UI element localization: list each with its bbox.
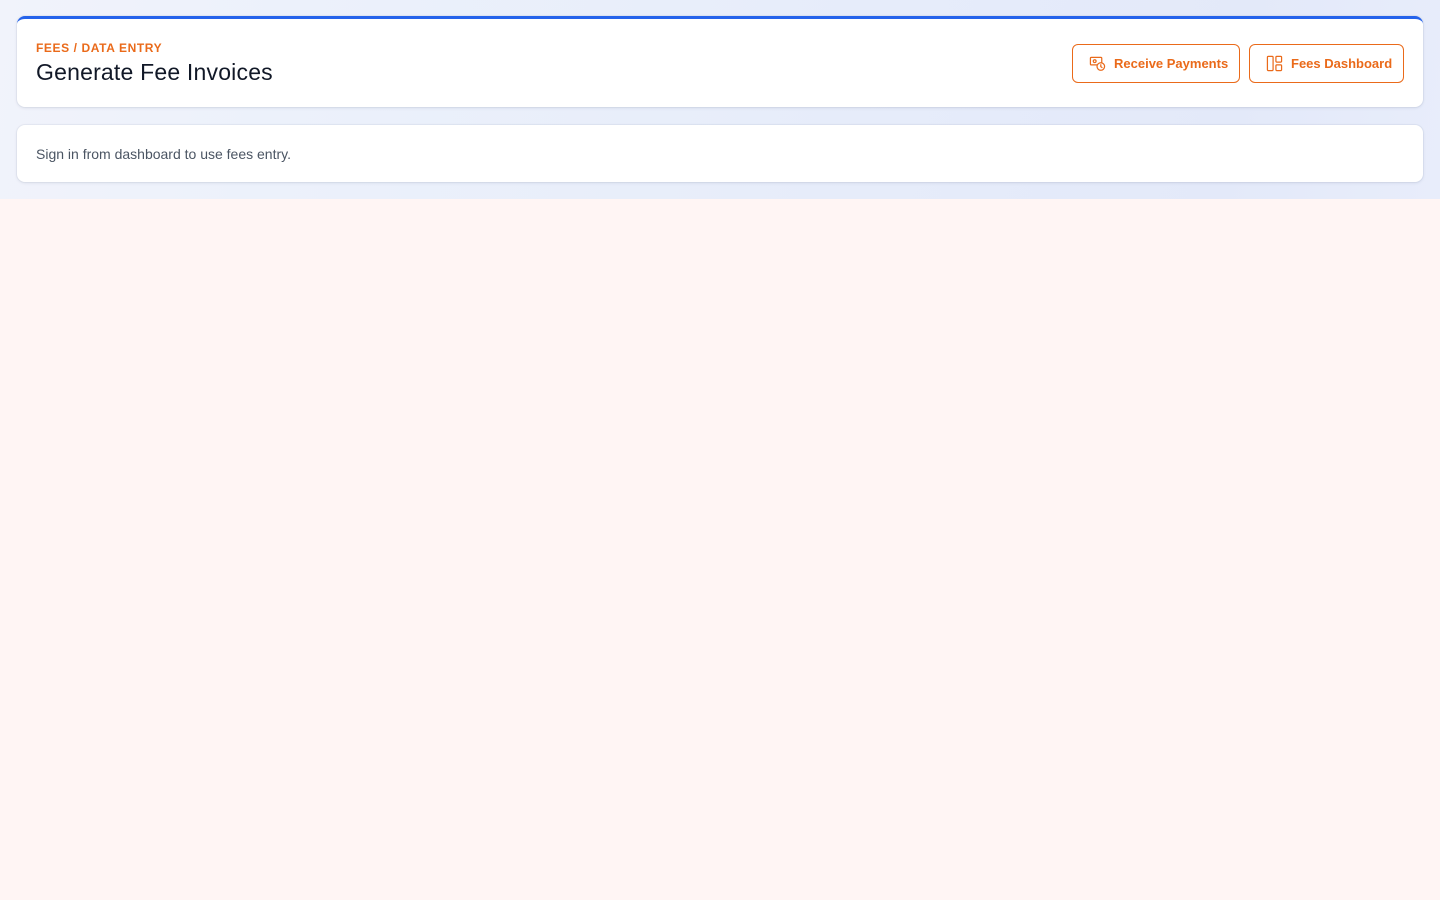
dashboard-layout-icon — [1266, 55, 1283, 72]
page-title: Generate Fee Invoices — [36, 59, 273, 85]
sign-in-notice-text: Sign in from dashboard to use fees entry… — [36, 146, 291, 162]
sign-in-notice-card: Sign in from dashboard to use fees entry… — [17, 125, 1423, 182]
fees-dashboard-button[interactable]: Fees Dashboard — [1249, 44, 1404, 83]
fees-dashboard-label: Fees Dashboard — [1291, 56, 1393, 71]
receive-payments-button[interactable]: Receive Payments — [1072, 44, 1240, 83]
breadcrumb: FEES / DATA ENTRY — [36, 41, 163, 55]
page-header-card: FEES / DATA ENTRY Generate Fee Invoices … — [17, 16, 1423, 107]
receive-payments-label: Receive Payments — [1114, 56, 1229, 71]
money-clock-icon — [1089, 55, 1106, 72]
